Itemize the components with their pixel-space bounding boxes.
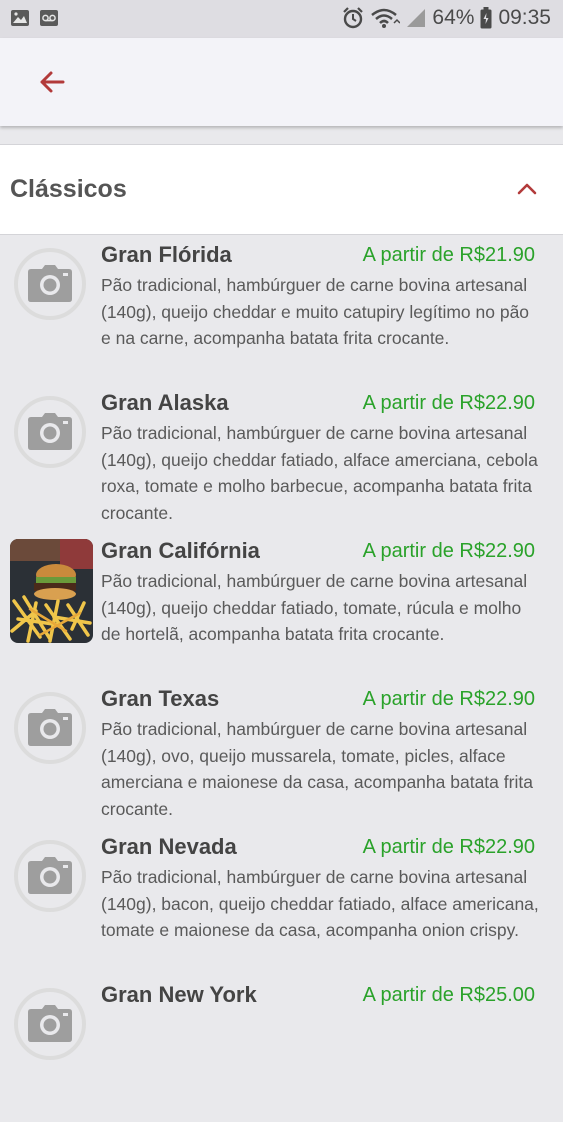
item-name: Gran Alaska <box>101 390 229 415</box>
camera-placeholder-icon <box>14 396 86 468</box>
menu-item[interactable]: Gran Alaska A partir de R$22.90 Pão trad… <box>0 382 563 530</box>
item-price: A partir de R$22.90 <box>362 836 535 858</box>
app-bar <box>0 38 563 126</box>
item-name: Gran Nevada <box>101 834 237 859</box>
menu-item[interactable]: Gran Texas A partir de R$22.90 Pão tradi… <box>0 678 563 826</box>
camera-placeholder-icon <box>14 692 86 764</box>
alarm-icon <box>343 7 364 29</box>
item-description: Pão tradicional, hambúrguer de carne bov… <box>101 867 539 940</box>
image-icon <box>11 10 29 26</box>
back-button[interactable] <box>28 60 76 104</box>
item-price: A partir de R$22.90 <box>362 392 535 414</box>
item-name: Gran Califórnia <box>101 538 260 563</box>
menu-item[interactable]: Gran Flórida A partir de R$21.90 Pão tra… <box>0 234 563 382</box>
menu-list: Gran Flórida A partir de R$21.90 Pão tra… <box>0 234 563 1122</box>
camera-placeholder-icon <box>14 988 86 1060</box>
item-description: Pão tradicional, hambúrguer de carne bov… <box>101 423 538 523</box>
chevron-up-icon <box>517 183 537 195</box>
item-name: Gran New York <box>101 982 257 1007</box>
item-price: A partir de R$21.90 <box>362 244 535 266</box>
arrow-left-icon <box>40 71 65 93</box>
status-bar: 64% 09:35 <box>0 0 563 38</box>
item-description: Pão tradicional, hambúrguer de carne bov… <box>101 571 528 644</box>
battery-percent: 64% <box>432 6 475 29</box>
menu-item[interactable]: Gran Califórnia A partir de R$22.90 Pão … <box>0 530 563 678</box>
category-header[interactable]: Clássicos <box>0 144 563 235</box>
item-price: A partir de R$22.90 <box>362 688 535 710</box>
collapse-button[interactable] <box>513 175 541 203</box>
camera-placeholder-icon <box>14 840 86 912</box>
wifi-icon <box>371 8 401 28</box>
item-description: Pão tradicional, hambúrguer de carne bov… <box>101 275 530 348</box>
item-price: A partir de R$22.90 <box>362 540 535 562</box>
burger-photo <box>10 539 93 643</box>
item-name: Gran Texas <box>101 686 220 711</box>
clock: 09:35 <box>498 6 551 29</box>
category-title: Clássicos <box>10 175 127 203</box>
battery-icon <box>480 7 492 29</box>
voicemail-icon <box>40 10 58 26</box>
menu-item[interactable]: Gran Nevada A partir de R$22.90 Pão trad… <box>0 826 563 974</box>
menu-item[interactable]: Gran New York A partir de R$25.00 <box>0 974 563 1122</box>
item-name: Gran Flórida <box>101 242 232 267</box>
signal-icon <box>407 9 426 27</box>
camera-placeholder-icon <box>14 248 86 320</box>
item-description: Pão tradicional, hambúrguer de carne bov… <box>101 719 533 819</box>
item-price: A partir de R$25.00 <box>362 984 535 1006</box>
